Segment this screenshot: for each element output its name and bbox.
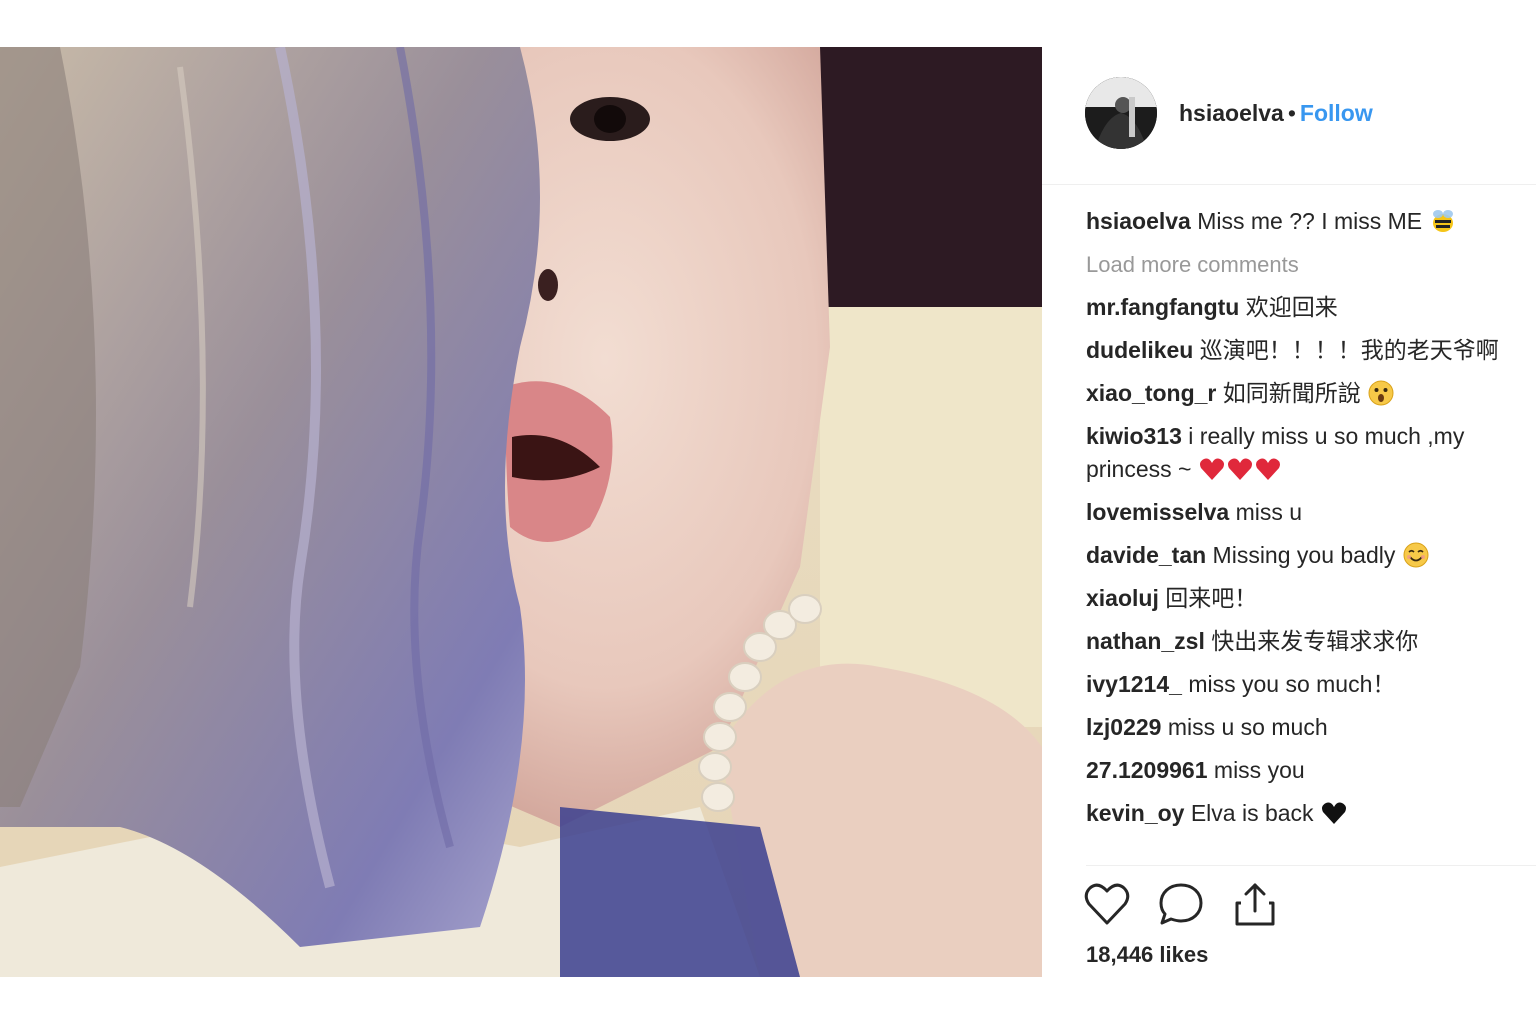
avatar-image bbox=[1085, 77, 1157, 149]
comment-username[interactable]: nathan_zsl bbox=[1086, 628, 1205, 654]
comment-text: miss you so much！ bbox=[1188, 671, 1396, 697]
comment-username[interactable]: mr.fangfangtu bbox=[1086, 294, 1239, 320]
post-sidebar: hsiaoelva • Follow hsiaoelva Miss me ?? I … bbox=[1042, 47, 1536, 977]
comment-item: xiaoluj 回来吧！ bbox=[1086, 582, 1518, 615]
author-username[interactable]: hsiaoelva bbox=[1179, 100, 1284, 126]
comment-text: 欢迎回来 bbox=[1245, 294, 1338, 320]
comment-text: 快出来发专辑求求你 bbox=[1211, 628, 1419, 654]
comment-username[interactable]: davide_tan bbox=[1086, 542, 1206, 568]
likes-count[interactable]: 18,446 likes bbox=[1086, 942, 1208, 968]
comment-item: lovemisselva miss u bbox=[1086, 496, 1518, 529]
share-upload-icon bbox=[1235, 883, 1275, 926]
comment-text: 如同新聞所說 bbox=[1222, 380, 1361, 406]
astonished-face-emoji-icon bbox=[1368, 380, 1394, 406]
avatar[interactable] bbox=[1085, 77, 1157, 149]
post-header: hsiaoelva • Follow bbox=[1042, 47, 1536, 185]
comment-item: nathan_zsl 快出来发专辑求求你 bbox=[1086, 625, 1518, 658]
comment-username[interactable]: lovemisselva bbox=[1086, 499, 1229, 525]
comment-item: ivy1214_ miss you so much！ bbox=[1086, 668, 1518, 701]
comment-username[interactable]: xiaoluj bbox=[1086, 585, 1159, 611]
follow-button[interactable]: Follow bbox=[1300, 100, 1373, 126]
actions-divider bbox=[1086, 865, 1536, 866]
comment-text: Missing you badly bbox=[1212, 542, 1396, 568]
black-heart-emoji-icon bbox=[1321, 802, 1346, 824]
comment-item: kiwio313 i really miss u so much ,my pri… bbox=[1086, 420, 1518, 486]
comment-item: davide_tan Missing you badly bbox=[1086, 539, 1518, 572]
like-button[interactable] bbox=[1082, 879, 1132, 929]
selfie-image bbox=[0, 47, 1042, 977]
comments-list[interactable]: hsiaoelva Miss me ?? I miss ME Load more… bbox=[1086, 205, 1518, 860]
comment-text: miss u so much bbox=[1167, 714, 1328, 740]
comment-item: dudelikeu 巡演吧！！！！我的老天爷啊 bbox=[1086, 334, 1518, 367]
comment-item: lzj0229 miss u so much bbox=[1086, 711, 1518, 744]
comment-username[interactable]: ivy1214_ bbox=[1086, 671, 1182, 697]
heart-outline-icon bbox=[1084, 883, 1130, 925]
caption: hsiaoelva Miss me ?? I miss ME bbox=[1086, 205, 1518, 238]
separator-dot: • bbox=[1287, 100, 1296, 126]
post-actions bbox=[1082, 879, 1280, 935]
caption-text: Miss me ?? I miss ME bbox=[1197, 208, 1423, 234]
comment-button[interactable] bbox=[1156, 879, 1206, 929]
header-text: hsiaoelva • Follow bbox=[1179, 99, 1373, 127]
comment-text: miss u bbox=[1235, 499, 1303, 525]
share-button[interactable] bbox=[1230, 879, 1280, 929]
comment-text: 巡演吧！！！！我的老天爷啊 bbox=[1199, 337, 1499, 363]
comment-username[interactable]: xiao_tong_r bbox=[1086, 380, 1216, 406]
caption-username[interactable]: hsiaoelva bbox=[1086, 208, 1191, 234]
heart-emoji-icon bbox=[1255, 458, 1280, 480]
comment-item: mr.fangfangtu 欢迎回来 bbox=[1086, 291, 1518, 324]
comment-username[interactable]: 27.1209961 bbox=[1086, 757, 1208, 783]
speech-bubble-icon bbox=[1159, 883, 1203, 925]
heart-emoji-icon bbox=[1227, 458, 1252, 480]
post-photo[interactable] bbox=[0, 47, 1042, 977]
comment-username[interactable]: kiwio313 bbox=[1086, 423, 1182, 449]
comment-item: kevin_oy Elva is back bbox=[1086, 797, 1518, 830]
comment-text: miss you bbox=[1213, 757, 1305, 783]
comment-username[interactable]: lzj0229 bbox=[1086, 714, 1161, 740]
comment-text: 回来吧！ bbox=[1165, 585, 1258, 611]
comment-item: xiao_tong_r 如同新聞所說 bbox=[1086, 377, 1518, 410]
bee-emoji-icon bbox=[1432, 210, 1453, 232]
heart-emoji-icon bbox=[1199, 458, 1224, 480]
smiling-face-emoji-icon bbox=[1403, 542, 1429, 568]
comment-username[interactable]: kevin_oy bbox=[1086, 800, 1184, 826]
comment-username[interactable]: dudelikeu bbox=[1086, 337, 1193, 363]
comment-item: 27.1209961 miss you bbox=[1086, 754, 1518, 787]
comment-text: Elva is back bbox=[1190, 800, 1314, 826]
load-more-comments-button[interactable]: Load more comments bbox=[1086, 248, 1518, 281]
